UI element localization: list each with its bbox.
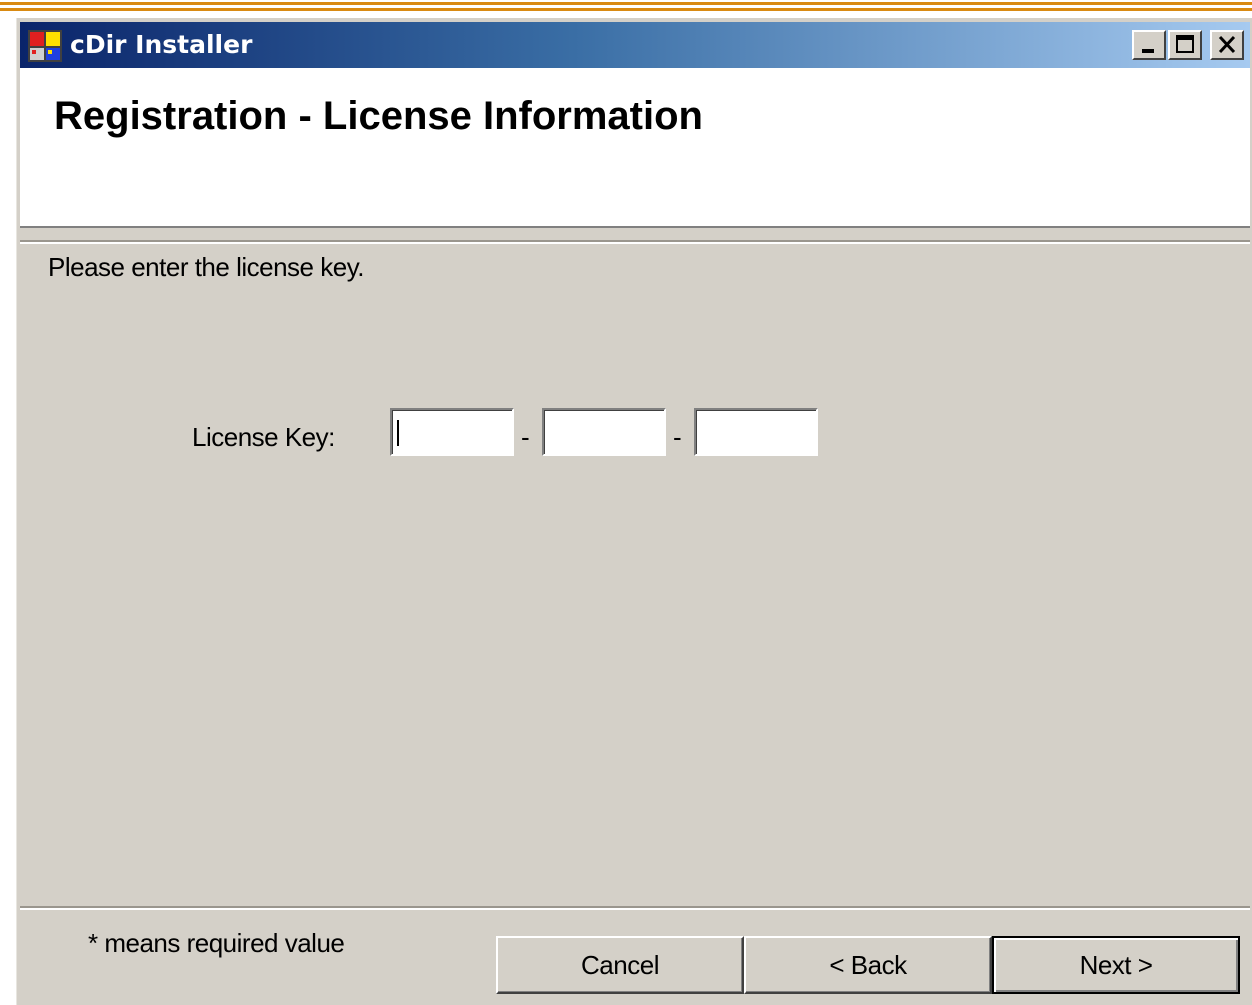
cancel-button[interactable]: Cancel xyxy=(496,936,744,994)
next-button[interactable]: Next > xyxy=(992,936,1240,994)
installer-window: cDir Installer Registration - License In… xyxy=(14,18,1252,1005)
license-key-part-1[interactable] xyxy=(390,408,514,456)
title-bar[interactable]: cDir Installer xyxy=(20,22,1250,68)
header-panel: Registration - License Information xyxy=(20,68,1250,228)
license-key-separator: - xyxy=(673,422,682,452)
minimize-button[interactable] xyxy=(1132,30,1166,60)
close-icon xyxy=(1218,35,1236,54)
header-divider xyxy=(20,240,1250,244)
maximize-button[interactable] xyxy=(1168,30,1202,60)
window-title: cDir Installer xyxy=(70,30,253,59)
instruction-text: Please enter the license key. xyxy=(48,252,364,282)
license-key-separator: - xyxy=(521,422,530,452)
maximize-icon xyxy=(1176,35,1194,53)
license-key-part-3[interactable] xyxy=(694,408,818,456)
back-button[interactable]: < Back xyxy=(744,936,992,994)
page-title: Registration - License Information xyxy=(54,94,703,138)
required-value-note: * means required value xyxy=(88,928,345,958)
license-key-part-2[interactable] xyxy=(542,408,666,456)
license-key-label: License Key: xyxy=(192,422,335,452)
desktop-stripe xyxy=(0,0,1252,14)
text-caret xyxy=(397,420,399,446)
minimize-icon xyxy=(1142,49,1154,53)
close-button[interactable] xyxy=(1210,30,1244,60)
installer-app-icon xyxy=(28,30,62,62)
footer-divider xyxy=(20,906,1250,910)
